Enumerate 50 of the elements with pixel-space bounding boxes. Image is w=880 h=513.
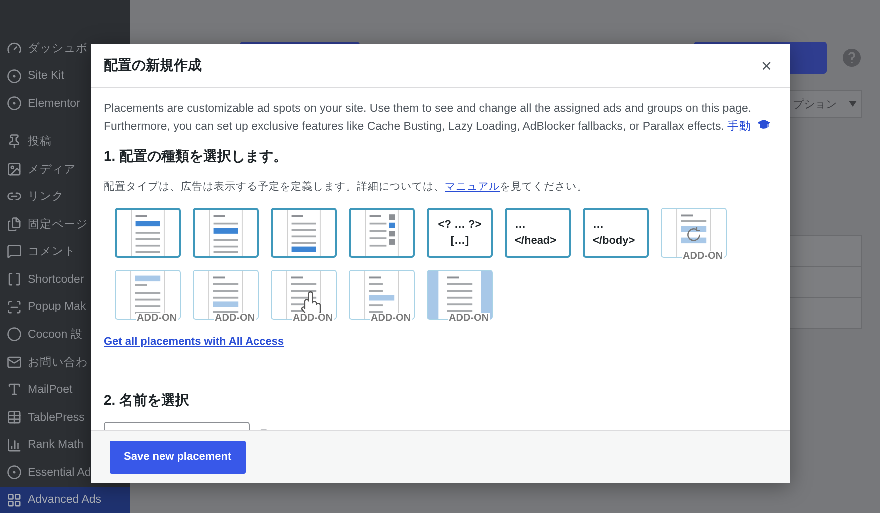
code-text: …: [515, 219, 526, 231]
image-icon: [7, 162, 22, 177]
mail-icon: [7, 354, 22, 370]
all-access-link[interactable]: Get all placements with All Access: [104, 336, 284, 348]
placement-option[interactable]: … </head>: [505, 208, 571, 258]
frame-icon: [7, 300, 22, 315]
gauge-icon: [7, 41, 22, 56]
pin-icon: [7, 134, 22, 150]
table-icon: [7, 410, 22, 426]
placement-option[interactable]: [349, 208, 415, 258]
sidebar-item[interactable]: コメント: [0, 238, 130, 266]
manual-link[interactable]: マニュアル: [445, 181, 500, 193]
placement-option[interactable]: [271, 208, 337, 258]
graduation-cap-icon: [758, 120, 770, 130]
caret-icon: [849, 101, 857, 107]
step-heading: 1. 配置の種類を選択します。: [104, 148, 289, 166]
pages-icon: [7, 216, 22, 232]
code-text: <? … ?>: [438, 219, 482, 231]
logo-icon: [7, 96, 22, 112]
circle-icon: [7, 327, 22, 342]
placement-option[interactable]: [193, 208, 259, 258]
code-text: …: [593, 219, 604, 231]
grid-icon: [7, 492, 22, 508]
description-text: 配置タイプは、広告は表示する予定を定義します。詳細については、マニュアルを見てください。: [104, 180, 589, 194]
close-button[interactable]: ×: [759, 56, 774, 74]
addon-label: ADD-ON: [448, 313, 490, 324]
addon-label: ADD-ON: [136, 313, 178, 324]
manual-link[interactable]: 手動: [728, 121, 752, 133]
placement-option[interactable]: [115, 208, 181, 258]
addon-label: ADD-ON: [682, 251, 724, 262]
sidebar-item[interactable]: Advanced Ads: [0, 486, 130, 513]
placement-option[interactable]: <? … ?> […]: [427, 208, 493, 258]
addon-label: ADD-ON: [370, 313, 412, 324]
code-text: </body>: [593, 235, 636, 247]
logo-icon: [7, 465, 22, 480]
sidebar-item[interactable]: お問い合わ: [0, 348, 130, 376]
logo-icon: [7, 68, 22, 84]
brackets-icon: [7, 272, 22, 288]
placement-option[interactable]: … </body>: [583, 208, 649, 258]
addon-label: ADD-ON: [292, 313, 334, 324]
code-text: […]: [450, 235, 470, 247]
save-button[interactable]: Save new placement: [110, 440, 246, 474]
modal-title: 配置の新規作成: [104, 56, 202, 74]
addon-label: ADD-ON: [214, 313, 256, 324]
code-text: </head>: [515, 235, 557, 247]
chart-icon: [7, 438, 22, 453]
sidebar-item[interactable]: 固定ページ: [0, 210, 130, 238]
step-heading: 2. 名前を選択: [104, 392, 191, 410]
letter-icon: [7, 382, 22, 398]
comment-icon: [7, 244, 22, 260]
